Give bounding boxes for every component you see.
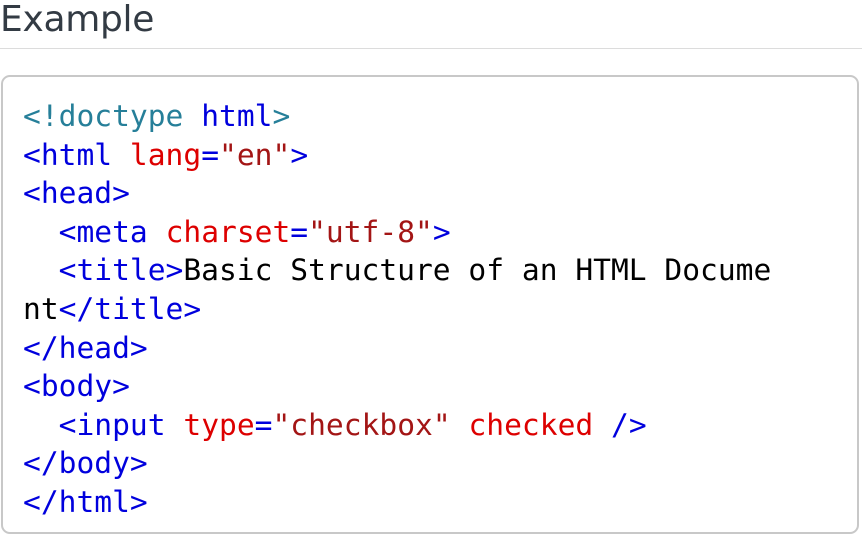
- code-token: />: [611, 407, 647, 442]
- code-line: <input type="checkbox" checked />: [23, 406, 857, 445]
- code-token: lang: [129, 137, 202, 172]
- code-token: nt: [23, 291, 59, 326]
- code-token: Basic Structure of an HTML Docume: [183, 253, 772, 288]
- code-token: "utf-8": [308, 214, 433, 249]
- code-token: </head>: [23, 330, 148, 365]
- code-token: <title>: [58, 253, 184, 288]
- code-token: "checkbox": [272, 407, 451, 442]
- code-token: <!doctype: [23, 99, 184, 133]
- code-line: </html>: [23, 483, 857, 522]
- code-token: type: [183, 407, 255, 442]
- code-line: <head>: [23, 174, 857, 213]
- heading-divider: [0, 48, 862, 49]
- code-line: <!doctype html>: [23, 97, 857, 136]
- code-token: >: [432, 214, 451, 249]
- code-token: <input: [58, 407, 166, 442]
- code-token: =: [201, 137, 220, 172]
- code-line: nt</title>: [23, 290, 857, 329]
- code-line: <html lang="en">: [23, 136, 857, 175]
- code-token: </body>: [23, 446, 148, 481]
- code-token: =: [290, 214, 309, 249]
- code-token: <body>: [23, 369, 130, 404]
- code-line: </body>: [23, 444, 857, 483]
- code-listing: <!doctype html> <html lang="en"> <head> <m…: [23, 97, 857, 522]
- code-token: html: [201, 99, 273, 133]
- code-token: <meta: [58, 214, 148, 249]
- code-token: checked: [468, 407, 594, 442]
- example-heading: Example: [0, 0, 155, 40]
- code-token: <html: [23, 137, 113, 172]
- code-line: </head>: [23, 329, 857, 368]
- code-token: <head>: [23, 176, 130, 211]
- code-token: >: [272, 99, 291, 133]
- code-block: <!doctype html> <html lang="en"> <head> <m…: [1, 75, 859, 534]
- code-token: charset: [165, 214, 291, 249]
- code-line: <meta charset="utf-8">: [23, 213, 857, 252]
- code-line: <body>: [23, 367, 857, 406]
- code-line: <title>Basic Structure of an HTML Docume: [23, 251, 857, 290]
- code-token: </title>: [58, 291, 202, 326]
- code-token: </html>: [23, 484, 148, 519]
- code-token: =: [254, 407, 273, 442]
- code-token: >: [290, 137, 309, 172]
- code-token: "en": [219, 137, 291, 172]
